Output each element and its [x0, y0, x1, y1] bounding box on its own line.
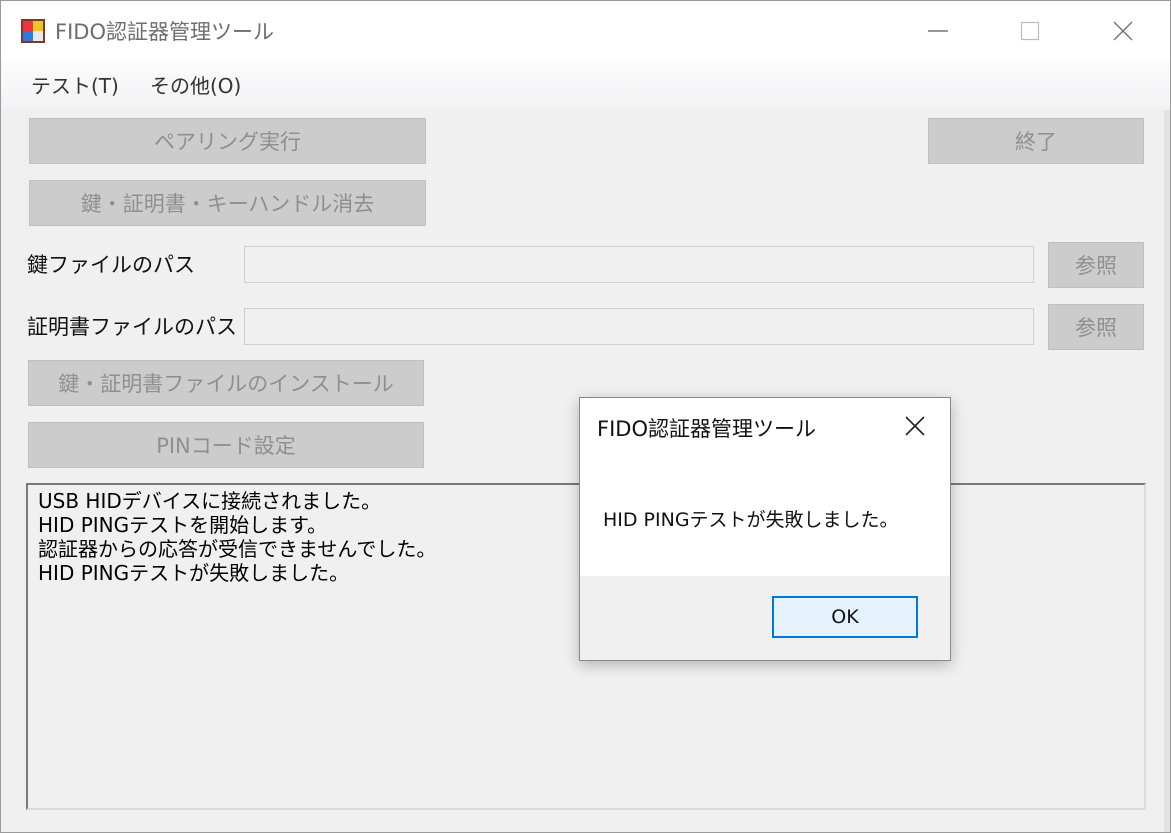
install-button[interactable]: 鍵・証明書ファイルのインストール	[28, 360, 424, 406]
dialog-title: FIDO認証器管理ツール	[597, 417, 816, 441]
erase-keys-button[interactable]: 鍵・証明書・キーハンドル消去	[29, 180, 426, 226]
window-title: FIDO認証器管理ツール	[55, 20, 274, 44]
title-bar[interactable]: FIDO認証器管理ツール	[1, 1, 1170, 61]
close-button[interactable]	[1076, 1, 1170, 61]
minimize-icon	[928, 30, 948, 32]
cert-path-label: 証明書ファイルのパス	[27, 315, 237, 339]
close-icon	[1113, 21, 1133, 41]
browse-key-button[interactable]: 参照	[1048, 242, 1144, 288]
main-window: FIDO認証器管理ツール テスト(T) その他(O) ペアリング実行 終了 鍵・…	[0, 0, 1171, 833]
cert-path-input[interactable]	[244, 308, 1034, 345]
dialog-message: HID PINGテストが失敗しました。	[603, 509, 899, 531]
menu-other[interactable]: その他(O)	[150, 73, 241, 99]
exit-button[interactable]: 終了	[928, 118, 1144, 164]
dialog-close-button[interactable]	[898, 412, 932, 440]
menu-bar: テスト(T) その他(O)	[1, 61, 1170, 110]
key-path-label: 鍵ファイルのパス	[27, 253, 195, 277]
pairing-button[interactable]: ペアリング実行	[29, 118, 426, 164]
close-icon	[905, 416, 925, 436]
menu-test[interactable]: テスト(T)	[31, 73, 119, 99]
minimize-button[interactable]	[891, 1, 985, 61]
pin-setup-button[interactable]: PINコード設定	[28, 422, 424, 468]
window-edge	[1164, 110, 1170, 832]
message-dialog: FIDO認証器管理ツール HID PINGテストが失敗しました。 OK	[579, 397, 951, 661]
browse-cert-button[interactable]: 参照	[1048, 304, 1144, 350]
key-path-input[interactable]	[244, 246, 1034, 283]
maximize-icon	[1020, 21, 1040, 41]
dialog-body: FIDO認証器管理ツール HID PINGテストが失敗しました。	[580, 398, 950, 576]
maximize-button[interactable]	[983, 1, 1077, 61]
ok-button[interactable]: OK	[772, 596, 918, 638]
app-icon	[20, 18, 46, 44]
